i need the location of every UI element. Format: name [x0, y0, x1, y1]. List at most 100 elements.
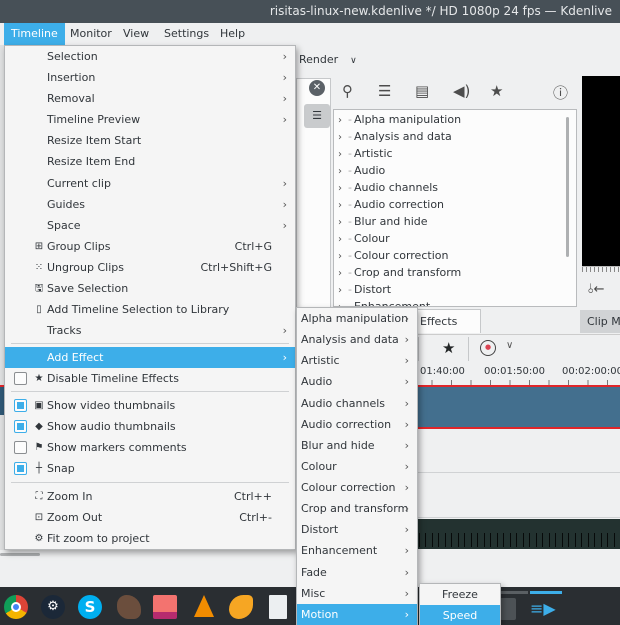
menu-item-alpha-manipulation[interactable]: Alpha manipulation › — [297, 308, 417, 329]
menu-item-insertion[interactable]: Insertion › — [5, 67, 295, 88]
horizontal-scrollbar[interactable] — [0, 553, 40, 556]
timeline-track[interactable] — [412, 549, 620, 585]
menu-item-show-video-thumbnails[interactable]: ▣ Show video thumbnails — [5, 395, 295, 416]
menu-help[interactable]: Help — [213, 23, 252, 45]
document-icon[interactable] — [269, 595, 287, 619]
effect-category[interactable]: › - Audio — [338, 162, 385, 179]
checkbox[interactable] — [14, 399, 27, 412]
menu-item-zoom-out[interactable]: ⊡ Zoom Out Ctrl+- — [5, 507, 295, 528]
menu-item-save-selection[interactable]: 🖫 Save Selection — [5, 278, 295, 299]
favorite-icon[interactable]: ★ — [490, 82, 503, 100]
menu-item-guides[interactable]: Guides › — [5, 194, 295, 215]
menu-item-audio[interactable]: Audio › — [297, 371, 417, 392]
tab-clip-monitor[interactable]: Clip Monitor — [580, 310, 620, 333]
menu-item-audio-channels[interactable]: Audio channels › — [297, 393, 417, 414]
audio-clip[interactable] — [412, 519, 620, 549]
kdenlive-icon[interactable]: ≡▶ — [530, 599, 556, 618]
menu-item-tracks[interactable]: Tracks › — [5, 320, 295, 341]
menu-item-distort[interactable]: Distort › — [297, 519, 417, 540]
chrome-icon[interactable] — [4, 595, 28, 619]
effect-category[interactable]: › - Audio correction — [338, 196, 444, 213]
set-zone-in-icon[interactable]: ⫰← — [588, 282, 605, 297]
menu-item-space[interactable]: Space › — [5, 215, 295, 236]
menu-item-show-audio-thumbnails[interactable]: ◆ Show audio thumbnails — [5, 416, 295, 437]
record-icon[interactable]: ● — [480, 340, 496, 356]
effect-category[interactable]: › - Artistic — [338, 145, 393, 162]
project-bin-bottom — [0, 550, 300, 586]
menu-item-audio-correction[interactable]: Audio correction › — [297, 414, 417, 435]
menu-item-zoom-in[interactable]: ⛶ Zoom In Ctrl++ — [5, 486, 295, 507]
menu-item-group-clips[interactable]: ⊞ Group Clips Ctrl+G — [5, 236, 295, 257]
menu-item-crop-and-transform[interactable]: Crop and transform › — [297, 498, 417, 519]
menu-item-enhancement[interactable]: Enhancement › — [297, 540, 417, 561]
timeline-ruler[interactable]: 01:40:00 00:01:50:00 00:02:00:00 — [412, 363, 620, 385]
effect-category[interactable]: › - Distort — [338, 281, 391, 298]
effect-category[interactable]: › - Audio channels — [338, 179, 438, 196]
audio-icon[interactable]: ◀) — [453, 82, 470, 100]
menu-settings[interactable]: Settings — [157, 23, 216, 45]
menu-timeline[interactable]: Timeline — [4, 23, 65, 45]
menu-item-freeze[interactable]: Freeze — [420, 584, 500, 605]
vlc-icon[interactable] — [192, 595, 216, 619]
menu-item-snap[interactable]: ┼ Snap — [5, 458, 295, 479]
menu-item-resize-item-end[interactable]: Resize Item End — [5, 151, 295, 172]
menu-item-removal[interactable]: Removal › — [5, 88, 295, 109]
menu-item-resize-item-start[interactable]: Resize Item Start — [5, 130, 295, 151]
effect-category[interactable]: › - Crop and transform — [338, 264, 461, 281]
clementine-icon[interactable] — [229, 595, 253, 619]
monitor-ruler[interactable] — [582, 266, 620, 278]
skype-icon[interactable]: S — [78, 595, 102, 619]
effects-scrollbar[interactable] — [566, 117, 569, 257]
render-button[interactable]: Render ∨ — [299, 53, 357, 66]
close-icon[interactable]: ✕ — [309, 80, 325, 96]
effect-category[interactable]: › - Blur and hide — [338, 213, 428, 230]
menu-item-add-selection-to-library[interactable]: ▯ Add Timeline Selection to Library — [5, 299, 295, 320]
effect-category[interactable]: ›-Enhancement — [338, 298, 430, 306]
effect-category[interactable]: › - Alpha manipulation — [338, 111, 461, 128]
menu-item-timeline-preview[interactable]: Timeline Preview › — [5, 109, 295, 130]
menu-item-selection[interactable]: Selection › — [5, 46, 295, 67]
timeline-track[interactable] — [412, 474, 620, 518]
chevron-down-icon[interactable]: ∨ — [506, 340, 513, 351]
menu-item-disable-timeline-effects[interactable]: ★ Disable Timeline Effects — [5, 368, 295, 389]
info-icon[interactable]: ⓘ — [553, 82, 568, 103]
timeline-track[interactable] — [412, 429, 620, 473]
menu-item-add-effect[interactable]: Add Effect › — [5, 347, 295, 368]
effect-category[interactable]: › - Colour — [338, 230, 390, 247]
ruler-label: 01:40:00 — [420, 366, 465, 377]
checkbox[interactable] — [14, 462, 27, 475]
menu-item-show-markers-comments[interactable]: ⚑ Show markers comments — [5, 437, 295, 458]
menu-monitor[interactable]: Monitor — [63, 23, 119, 45]
search-icon[interactable]: ⚲ — [342, 82, 353, 100]
menu-item-speed[interactable]: Speed — [420, 605, 500, 625]
effect-category[interactable]: › - Analysis and data — [338, 128, 452, 145]
zoom-out-icon: ⊡ — [34, 512, 44, 523]
effect-category[interactable]: › - Colour correction — [338, 247, 448, 264]
screenshot-icon[interactable] — [153, 595, 177, 619]
menu-item-fit-zoom-to-project[interactable]: ⚙ Fit zoom to project — [5, 528, 295, 549]
krita-icon[interactable] — [117, 595, 141, 619]
steam-icon[interactable]: ⚙ — [41, 595, 65, 619]
menu-item-analysis-and-data[interactable]: Analysis and data › — [297, 329, 417, 350]
video-clip[interactable] — [412, 385, 620, 429]
menu-item-ungroup-clips[interactable]: ⁙ Ungroup Clips Ctrl+Shift+G — [5, 257, 295, 278]
video-icon[interactable]: ▤ — [415, 82, 429, 100]
checkbox[interactable] — [14, 441, 27, 454]
chevron-down-icon: ∨ — [350, 56, 357, 66]
list-icon[interactable]: ☰ — [378, 82, 391, 100]
checkbox[interactable] — [14, 372, 27, 385]
checkbox[interactable] — [14, 420, 27, 433]
menu-item-colour-correction[interactable]: Colour correction › — [297, 477, 417, 498]
menu-item-motion[interactable]: Motion › — [297, 604, 417, 625]
menu-view[interactable]: View — [116, 23, 156, 45]
chevron-right-icon: › — [404, 608, 409, 621]
menu-item-current-clip[interactable]: Current clip › — [5, 173, 295, 194]
menu-item-artistic[interactable]: Artistic › — [297, 350, 417, 371]
taskbar-window[interactable] — [500, 598, 516, 620]
menu-item-blur-and-hide[interactable]: Blur and hide › — [297, 435, 417, 456]
favorite-effects-icon[interactable]: ★ — [442, 339, 455, 357]
menu-item-colour[interactable]: Colour › — [297, 456, 417, 477]
settings-toggle-button[interactable]: ☰ — [304, 104, 330, 128]
menu-item-fade[interactable]: Fade › — [297, 562, 417, 583]
menu-item-misc[interactable]: Misc › — [297, 583, 417, 604]
